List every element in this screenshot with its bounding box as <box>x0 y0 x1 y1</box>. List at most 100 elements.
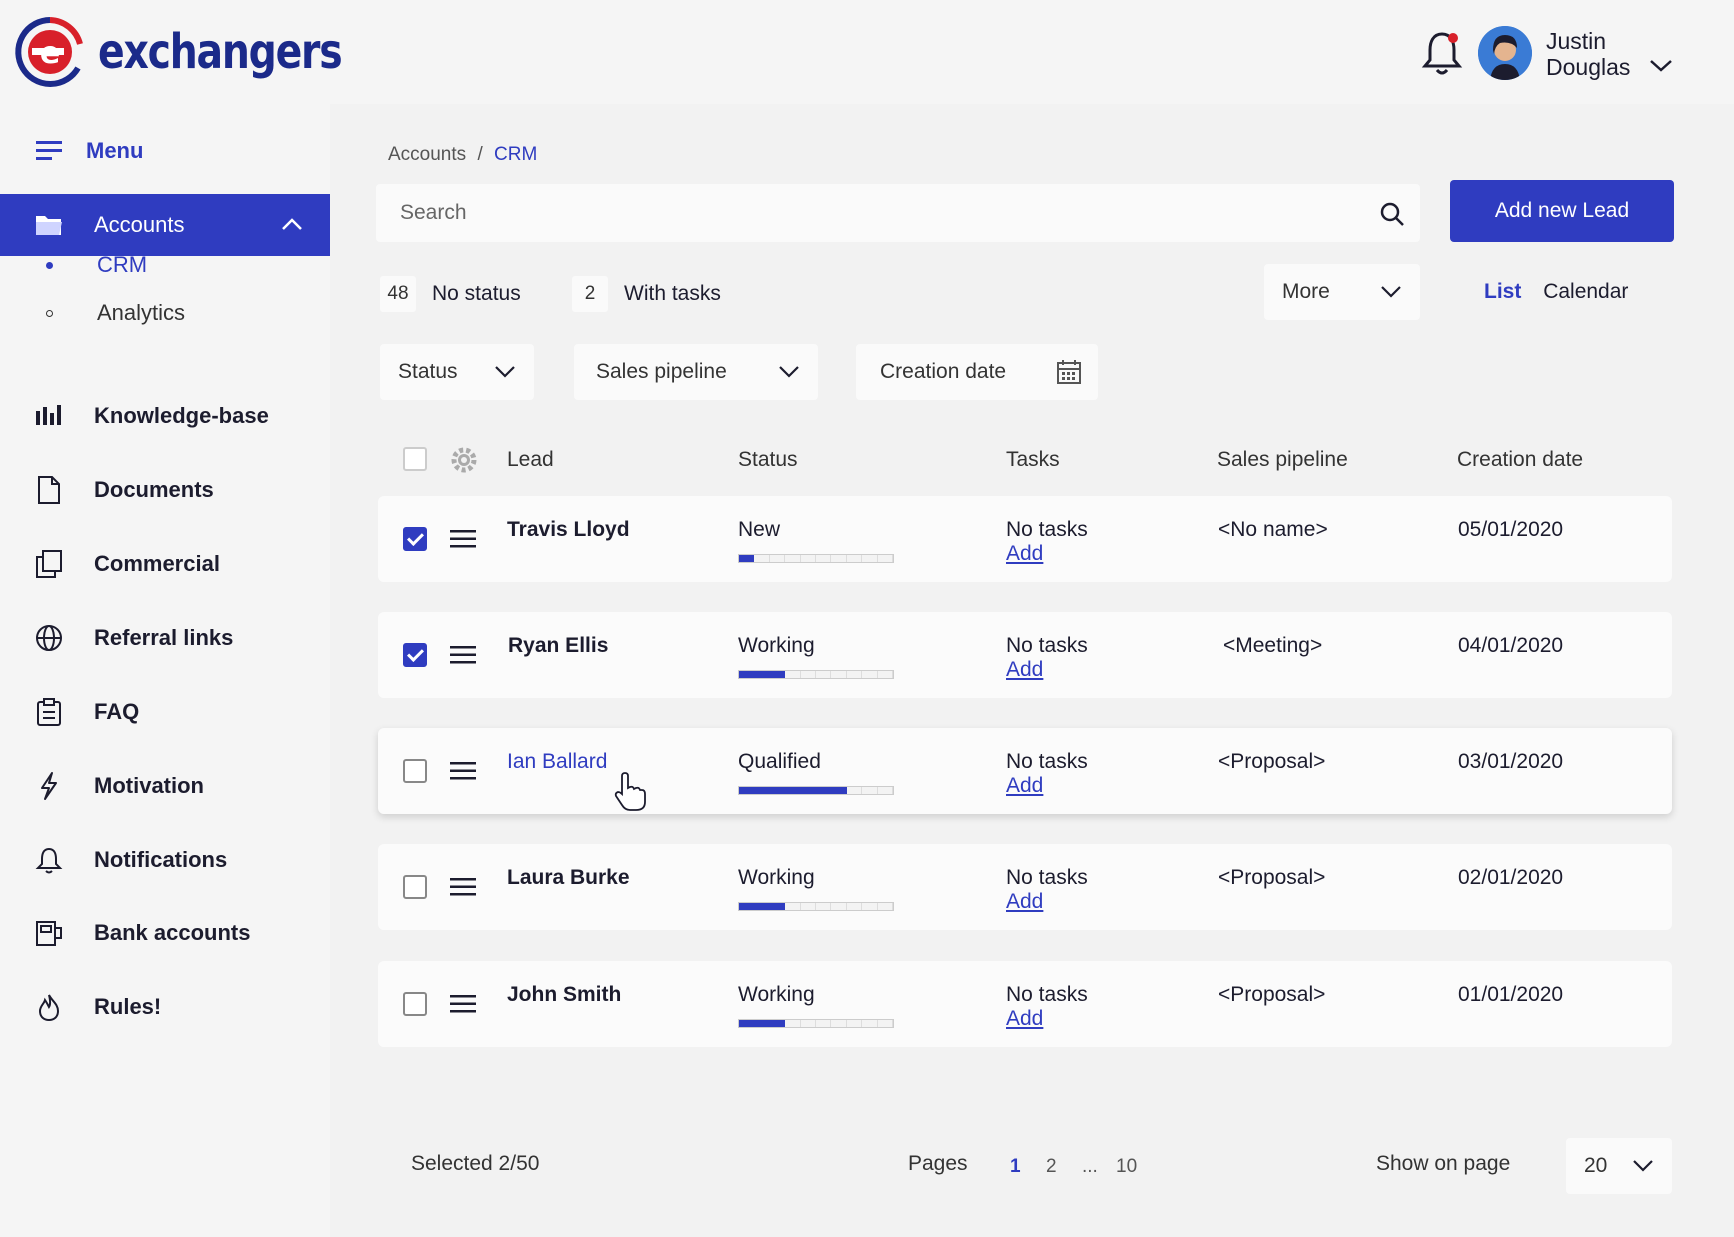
avatar-image-icon <box>1478 26 1532 80</box>
add-task-link[interactable]: Add <box>1006 542 1043 566</box>
page-link-10[interactable]: 10 <box>1116 1156 1137 1178</box>
sidebar-item-accounts[interactable]: Accounts <box>0 194 330 256</box>
column-header-creation-date[interactable]: Creation date <box>1457 448 1583 472</box>
lead-name-link[interactable]: John Smith <box>507 983 621 1007</box>
sidebar-item-label: Bank accounts <box>94 920 251 945</box>
drag-handle-icon[interactable] <box>450 645 476 665</box>
menu-toggle[interactable]: Menu <box>36 138 143 164</box>
progress-segment <box>785 555 801 562</box>
progress-segment <box>816 555 832 562</box>
notification-bell-icon[interactable] <box>1420 28 1464 78</box>
sidebar-subitem-crm[interactable]: CRM <box>46 252 147 278</box>
add-task-link[interactable]: Add <box>1006 890 1043 914</box>
calendar-icon[interactable] <box>1056 359 1082 385</box>
add-task-link[interactable]: Add <box>1006 658 1043 682</box>
progress-segment <box>800 903 817 910</box>
row-checkbox[interactable] <box>403 875 427 899</box>
creation-date-filter[interactable]: Creation date <box>856 344 1098 400</box>
breadcrumb-parent[interactable]: Accounts <box>388 144 466 165</box>
sidebar-item-commercial[interactable]: Commercial <box>34 549 220 579</box>
column-header-tasks[interactable]: Tasks <box>1006 448 1060 472</box>
progress-segment <box>862 555 878 562</box>
document-icon <box>38 476 60 504</box>
table-row[interactable]: Ryan Ellis Working No tasks Add <Meeting> 04/… <box>378 612 1672 698</box>
sidebar-item-notifications[interactable]: Notifications <box>34 845 227 875</box>
sales-pipeline-filter-dropdown[interactable]: Sales pipeline <box>574 344 818 400</box>
table-row[interactable]: Laura Burke Working No tasks Add <Proposal> 0… <box>378 844 1672 930</box>
add-new-lead-button[interactable]: Add new Lead <box>1450 180 1674 242</box>
sidebar-subitem-analytics[interactable]: Analytics <box>46 300 185 326</box>
sidebar-item-referral-links[interactable]: Referral links <box>34 623 233 653</box>
creation-date-text: 01/01/2020 <box>1458 983 1564 1006</box>
sidebar-item-rules[interactable]: Rules! <box>34 992 161 1022</box>
progress-segment <box>877 787 894 794</box>
page-link-2[interactable]: 2 <box>1046 1156 1057 1178</box>
drag-handle-icon[interactable] <box>450 761 476 781</box>
row-checkbox[interactable] <box>403 759 427 783</box>
column-header-sales-pipeline[interactable]: Sales pipeline <box>1217 448 1348 472</box>
progress-segment <box>816 671 832 678</box>
table-row[interactable]: John Smith Working No tasks Add <Proposal> 01… <box>378 961 1672 1047</box>
view-list-tab[interactable]: List <box>1484 280 1521 303</box>
counter-value: 2 <box>572 276 608 312</box>
lead-name-link[interactable]: Travis Lloyd <box>507 518 630 542</box>
status-progress-bar <box>738 902 894 911</box>
drag-handle-icon[interactable] <box>450 994 476 1014</box>
user-avatar[interactable] <box>1478 26 1532 80</box>
progress-segment <box>739 1020 755 1027</box>
view-calendar-tab[interactable]: Calendar <box>1543 280 1628 303</box>
sidebar-item-label: Knowledge-base <box>94 403 269 428</box>
settings-gear-icon[interactable] <box>450 446 478 474</box>
sales-pipeline-text: <Proposal> <box>1218 866 1326 889</box>
status-filter-dropdown[interactable]: Status <box>380 344 534 400</box>
add-task-link[interactable]: Add <box>1006 1007 1043 1031</box>
progress-segment <box>769 1020 786 1027</box>
brand-logo[interactable]: e exchangers <box>12 14 395 90</box>
with-tasks-counter[interactable]: 2 With tasks <box>572 276 721 312</box>
progress-segment <box>769 903 786 910</box>
progress-segment <box>831 671 847 678</box>
subitem-label: CRM <box>97 252 148 277</box>
filter-label: Sales pipeline <box>596 360 727 383</box>
lead-name-link[interactable]: Ian Ballard <box>507 750 607 774</box>
no-status-counter[interactable]: 48 No status <box>380 276 521 312</box>
row-checkbox[interactable] <box>403 527 427 551</box>
row-checkbox[interactable] <box>403 992 427 1016</box>
column-header-status[interactable]: Status <box>738 448 798 472</box>
progress-segment <box>739 903 755 910</box>
sidebar-item-bank-accounts[interactable]: Bank accounts <box>34 918 251 948</box>
search-icon[interactable] <box>1378 200 1406 228</box>
table-row[interactable]: Ian Ballard Qualified No tasks Add <Proposal… <box>378 728 1672 814</box>
sidebar-item-faq[interactable]: FAQ <box>34 697 139 727</box>
add-task-link[interactable]: Add <box>1006 774 1043 798</box>
lead-name-link[interactable]: Laura Burke <box>507 866 630 890</box>
column-header-lead[interactable]: Lead <box>507 448 554 472</box>
progress-segment <box>754 671 770 678</box>
status-progress-bar <box>738 670 894 679</box>
counter-label: With tasks <box>624 282 721 305</box>
table-row[interactable]: Travis Lloyd New No tasks Add <No name> 05/01… <box>378 496 1672 582</box>
drag-handle-icon[interactable] <box>450 877 476 897</box>
drag-handle-icon[interactable] <box>450 529 476 549</box>
page-ellipsis: ... <box>1082 1156 1098 1177</box>
row-checkbox[interactable] <box>403 643 427 667</box>
lead-name-link[interactable]: Ryan Ellis <box>508 634 608 658</box>
select-all-checkbox[interactable] <box>403 447 427 471</box>
progress-segment <box>769 787 786 794</box>
page-link-1[interactable]: 1 <box>1010 1156 1021 1178</box>
search-input[interactable] <box>376 184 1336 242</box>
breadcrumb: Accounts / CRM <box>388 144 537 166</box>
sidebar-item-documents[interactable]: Documents <box>34 475 214 505</box>
sidebar-item-motivation[interactable]: Motivation <box>34 771 204 801</box>
progress-segment <box>754 787 770 794</box>
creation-date-text: 02/01/2020 <box>1458 866 1564 889</box>
progress-segment <box>754 555 770 562</box>
progress-segment <box>862 787 878 794</box>
status-progress-bar <box>738 554 894 563</box>
breadcrumb-separator: / <box>477 144 483 165</box>
per-page-dropdown[interactable]: 20 <box>1566 1138 1672 1194</box>
filter-label: Creation date <box>880 360 1007 383</box>
more-dropdown[interactable]: More <box>1264 264 1420 320</box>
sidebar-item-knowledge-base[interactable]: Knowledge-base <box>34 401 269 431</box>
user-menu-chevron-icon[interactable] <box>1648 58 1674 74</box>
